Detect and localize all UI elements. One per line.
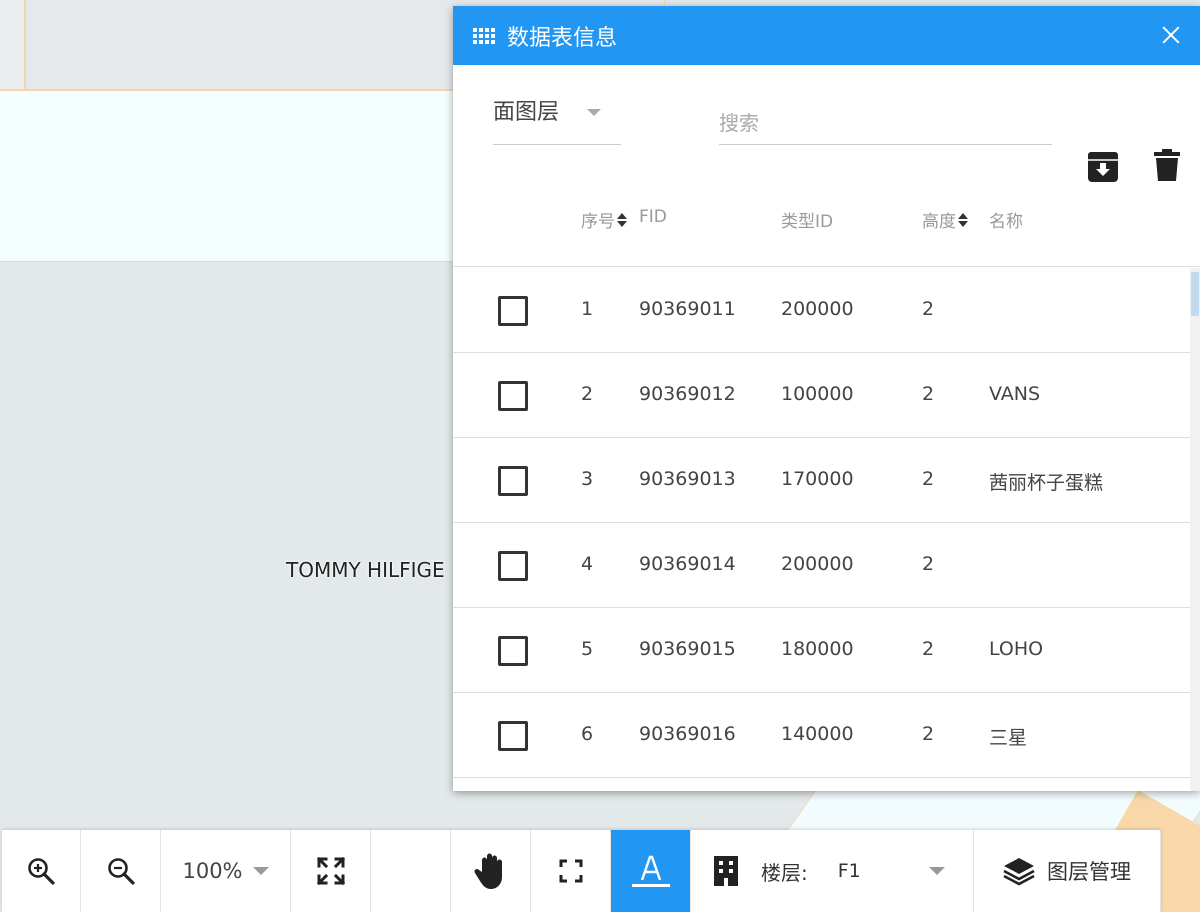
cell-height: 2 bbox=[922, 553, 935, 575]
cell-index: 1 bbox=[581, 298, 594, 320]
row-checkbox[interactable] bbox=[498, 466, 528, 496]
column-label: FID bbox=[639, 207, 667, 227]
fullscreen-expand-icon bbox=[316, 856, 345, 886]
grid-icon bbox=[473, 27, 495, 44]
row-checkbox[interactable] bbox=[498, 636, 528, 666]
table-row[interactable]: 3 90369013 170000 2 茜丽杯子蛋糕 bbox=[453, 438, 1190, 523]
map-toolbar: 100% 楼层: F1 图层管理 bbox=[2, 830, 1161, 912]
map-area-shape bbox=[0, 0, 25, 90]
cell-fid: 90369013 bbox=[639, 468, 736, 490]
floor-select[interactable]: 楼层: F1 bbox=[691, 830, 974, 912]
cell-index: 6 bbox=[581, 723, 594, 745]
floor-value: F1 bbox=[837, 860, 861, 882]
row-checkbox[interactable] bbox=[498, 551, 528, 581]
cell-fid: 90369014 bbox=[639, 553, 736, 575]
cell-type-id: 180000 bbox=[781, 638, 854, 660]
table-body: 1 90369011 200000 2 2 90369012 100000 2 … bbox=[453, 268, 1190, 778]
zoom-out-button[interactable] bbox=[81, 830, 161, 912]
column-header-height[interactable]: 高度 bbox=[922, 207, 968, 232]
cell-index: 2 bbox=[581, 383, 594, 405]
hand-pan-icon bbox=[474, 853, 502, 889]
fit-frame-icon bbox=[559, 859, 582, 883]
column-label: 名称 bbox=[989, 212, 1023, 232]
cell-height: 2 bbox=[922, 298, 935, 320]
fit-frame-button[interactable] bbox=[531, 830, 611, 912]
column-header-index[interactable]: 序号 bbox=[581, 207, 627, 232]
empty-tool-button[interactable] bbox=[371, 830, 451, 912]
cell-type-id: 100000 bbox=[781, 383, 854, 405]
sort-icon[interactable] bbox=[958, 212, 968, 228]
table-row[interactable]: 4 90369014 200000 2 bbox=[453, 523, 1190, 608]
cell-fid: 90369012 bbox=[639, 383, 736, 405]
layer-manager-label: 图层管理 bbox=[1047, 860, 1131, 884]
cell-type-id: 200000 bbox=[781, 553, 854, 575]
zoom-out-icon bbox=[107, 858, 135, 885]
row-checkbox[interactable] bbox=[498, 381, 528, 411]
scrollbar-thumb[interactable] bbox=[1191, 272, 1199, 316]
cell-name: VANS bbox=[989, 383, 1041, 405]
table-row[interactable]: 5 90369015 180000 2 LOHO bbox=[453, 608, 1190, 693]
cell-fid: 90369015 bbox=[639, 638, 736, 660]
layers-icon bbox=[1003, 858, 1035, 886]
cell-type-id: 200000 bbox=[781, 298, 854, 320]
map-store-label: TOMMY HILFIGE bbox=[286, 558, 445, 582]
zoom-level-value: 100% bbox=[182, 859, 243, 883]
column-label: 高度 bbox=[922, 212, 956, 232]
zoom-level-select[interactable]: 100% bbox=[161, 830, 291, 912]
cell-height: 2 bbox=[922, 383, 935, 405]
fullscreen-button[interactable] bbox=[291, 830, 371, 912]
chevron-down-icon bbox=[929, 867, 945, 875]
cell-fid: 90369011 bbox=[639, 298, 736, 320]
cell-type-id: 140000 bbox=[781, 723, 854, 745]
cell-name: 茜丽杯子蛋糕 bbox=[989, 472, 1104, 494]
zoom-in-button[interactable] bbox=[2, 830, 81, 912]
cell-name: LOHO bbox=[989, 638, 1044, 660]
table-row[interactable]: 2 90369012 100000 2 VANS bbox=[453, 353, 1190, 438]
column-label: 序号 bbox=[581, 212, 615, 232]
cell-height: 2 bbox=[922, 638, 935, 660]
layer-select[interactable]: 面图层 bbox=[493, 93, 621, 145]
table-row[interactable]: 1 90369011 200000 2 bbox=[453, 268, 1190, 353]
cell-index: 3 bbox=[581, 468, 594, 490]
cell-name: 三星 bbox=[989, 727, 1028, 749]
cell-fid: 90369016 bbox=[639, 723, 736, 745]
cell-index: 4 bbox=[581, 553, 594, 575]
table-header: 序号 FID 类型ID 高度 名称 bbox=[453, 177, 1200, 267]
sort-icon[interactable] bbox=[617, 212, 627, 228]
text-label-toggle[interactable] bbox=[611, 830, 691, 912]
table-row[interactable]: 6 90369016 140000 2 三星 bbox=[453, 693, 1190, 778]
zoom-in-icon bbox=[28, 858, 55, 885]
text-label-icon bbox=[631, 855, 670, 887]
column-header-fid: FID bbox=[639, 207, 667, 227]
floor-label: 楼层: bbox=[761, 860, 808, 885]
building-icon bbox=[714, 856, 738, 886]
map-area-shape bbox=[0, 90, 468, 262]
chevron-down-icon bbox=[252, 867, 269, 875]
column-header-type-id: 类型ID bbox=[781, 207, 833, 232]
cell-height: 2 bbox=[922, 468, 935, 490]
cell-type-id: 170000 bbox=[781, 468, 854, 490]
column-label: 类型ID bbox=[781, 212, 834, 232]
table-scrollbar[interactable] bbox=[1190, 268, 1200, 791]
layer-manager-button[interactable]: 图层管理 bbox=[974, 830, 1161, 912]
panel-controls: 面图层 bbox=[453, 65, 1200, 182]
data-table-panel: 数据表信息 面图层 序号 FID 类型ID bbox=[453, 6, 1200, 791]
close-icon[interactable] bbox=[1160, 24, 1182, 46]
pan-tool-button[interactable] bbox=[451, 830, 531, 912]
search-input[interactable] bbox=[719, 101, 1052, 145]
panel-title: 数据表信息 bbox=[507, 25, 618, 51]
row-checkbox[interactable] bbox=[498, 296, 528, 326]
cell-height: 2 bbox=[922, 723, 935, 745]
cell-index: 5 bbox=[581, 638, 594, 660]
chevron-down-icon bbox=[587, 109, 601, 116]
column-header-name: 名称 bbox=[989, 207, 1023, 232]
row-checkbox[interactable] bbox=[498, 721, 528, 751]
panel-header: 数据表信息 bbox=[453, 6, 1200, 65]
layer-select-value: 面图层 bbox=[493, 100, 560, 125]
